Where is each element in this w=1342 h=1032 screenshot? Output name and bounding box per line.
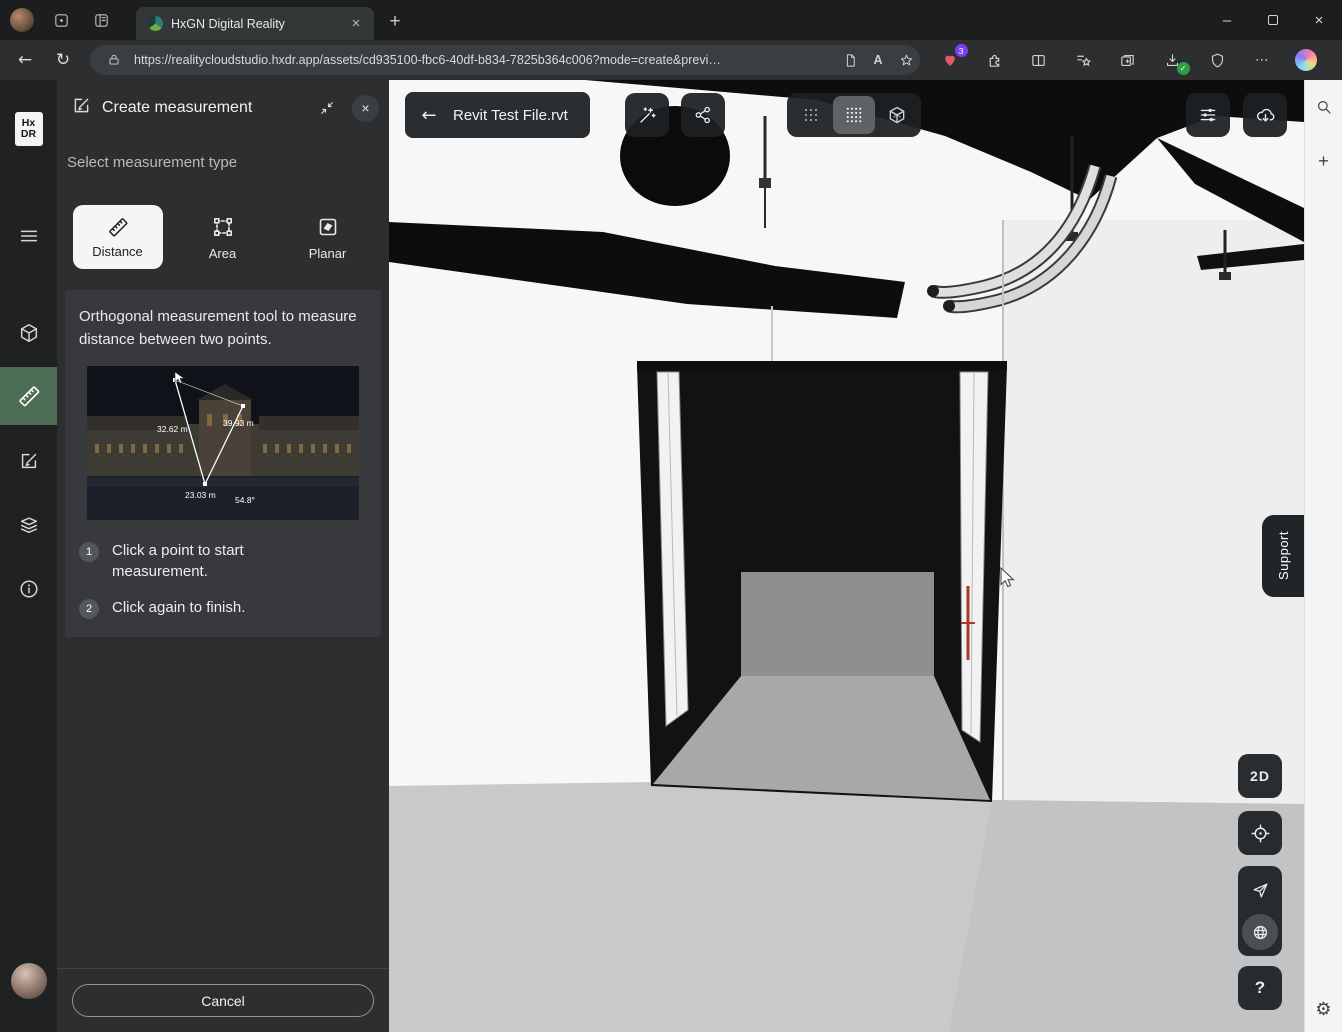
measurement-type-row: Distance Area Planar [65,205,381,269]
view-settings-icon[interactable] [1186,93,1230,137]
preview-measure-angle: 54.8° [235,495,255,505]
tab-title: HxGN Digital Reality [171,17,338,31]
create-measurement-panel: Create measurement × Select measurement … [57,80,389,1032]
panel-footer: Cancel [57,968,389,1032]
2d-view-button[interactable]: 2D [1238,754,1282,798]
pointcloud-sparse-icon[interactable] [790,96,831,134]
tab-close-icon[interactable]: × [346,14,366,34]
window-minimize-button[interactable]: – [1204,0,1250,40]
browser-tab[interactable]: HxGN Digital Reality × [136,7,374,40]
preview-measure-d3: 23.03 m [185,490,216,500]
pointcloud-dense-icon[interactable] [833,96,874,134]
browser-profile-avatar[interactable] [10,8,34,32]
support-tab[interactable]: Support [1262,515,1304,597]
window-maximize-button[interactable] [1250,0,1296,40]
download-success-badge: ✓ [1177,62,1190,75]
new-tab-button[interactable]: + [380,7,410,37]
mesh-model-icon[interactable] [877,96,918,134]
step-2-badge: 2 [79,599,99,619]
sidebar-settings-gear-icon[interactable]: ⚙ [1311,996,1337,1022]
magic-wand-icon[interactable] [625,93,669,137]
read-aloud-icon[interactable]: A [864,46,892,74]
scene-canvas[interactable] [389,80,1304,1032]
browser-essentials-icon[interactable]: 3 [935,45,965,75]
window-close-button[interactable]: × [1296,0,1342,40]
menu-hamburger-icon[interactable] [12,219,46,253]
hxdr-logo: HxDR [15,112,43,146]
back-button[interactable]: ← [6,43,44,77]
tool-info-card: Orthogonal measurement tool to measure d… [65,290,381,637]
collections-icon[interactable] [1113,45,1143,75]
layers-icon[interactable] [12,508,46,542]
globe-navigation-icon[interactable] [1242,914,1278,950]
settings-more-icon[interactable]: ⋯ [1247,45,1277,75]
essentials-badge: 3 [955,44,968,57]
select-type-label: Select measurement type [67,154,237,171]
measurement-preview-image: 32.62 m 39.93 m 23.03 m 54.8° [87,366,359,520]
edge-sidebar-rail: + ⚙ [1304,80,1342,1032]
measure-edit-icon [71,95,92,121]
toolbar-actions: 3 ✓ ⋯ [920,40,1336,80]
panel-title: Create measurement [102,99,302,117]
address-bar[interactable]: https://realitycloudstudio.hxdr.app/asse… [90,45,920,75]
security-shield-icon[interactable] [1202,45,1232,75]
hxdr-app: HxDR [0,80,1304,1032]
close-panel-button[interactable]: × [352,95,379,122]
file-header: ← Revit Test File.rvt [405,92,590,138]
assets-cube-icon[interactable] [12,316,46,350]
refresh-button[interactable]: ↻ [44,43,82,77]
annotate-pencil-icon[interactable] [12,444,46,478]
collapse-panel-icon[interactable] [312,93,342,123]
copilot-button[interactable] [1291,45,1321,75]
fly-navigation-icon[interactable] [1242,872,1278,908]
app-side-rail: HxDR [0,80,57,1032]
measure-tool-icon[interactable] [0,367,57,425]
corridor [637,361,1007,802]
share-icon[interactable] [681,93,725,137]
preview-measure-d1: 32.62 m [157,424,188,434]
step-2: 2 Click again to finish. [79,597,367,619]
tool-description: Orthogonal measurement tool to measure d… [79,305,367,352]
type-distance-cell: Distance [65,205,170,269]
favorite-star-icon[interactable] [892,46,920,74]
instruction-steps: 1 Click a point to start measurement. 2 … [79,540,367,620]
cloud-download-icon[interactable] [1243,93,1287,137]
lock-icon [100,46,128,74]
help-button[interactable]: ? [1238,966,1282,1010]
page-tools-icon[interactable] [836,46,864,74]
sidebar-search-icon[interactable] [1311,94,1337,120]
downloads-icon[interactable]: ✓ [1158,45,1188,75]
file-name: Revit Test File.rvt [453,107,590,124]
preview-measure-d2: 39.93 m [223,418,254,428]
area-type-button[interactable]: Area [170,205,275,269]
render-mode-toggle [787,93,921,137]
distance-type-button[interactable]: Distance [73,205,163,269]
sidebar-add-icon[interactable]: + [1311,148,1337,174]
info-icon[interactable] [12,572,46,606]
user-avatar[interactable] [11,963,47,999]
3d-viewport[interactable]: ← Revit Test File.rvt [389,80,1304,1032]
planar-type-button[interactable]: Planar [275,205,380,269]
cancel-button[interactable]: Cancel [72,984,374,1017]
workspaces-icon[interactable] [48,7,74,33]
locate-crosshair-icon[interactable] [1238,811,1282,855]
url-text[interactable]: https://realitycloudstudio.hxdr.app/asse… [134,53,836,67]
extensions-icon[interactable] [979,45,1009,75]
favorites-bar-icon[interactable] [1068,45,1098,75]
browser-titlebar: HxGN Digital Reality × + – × [0,0,1342,40]
screen: HxGN Digital Reality × + – × ← ↻ https:/… [0,0,1342,1032]
browser-toolbar: ← ↻ https://realitycloudstudio.hxdr.app/… [0,40,1342,80]
step-1: 1 Click a point to start measurement. [79,540,367,584]
step-1-badge: 1 [79,542,99,562]
viewport-back-button[interactable]: ← [405,92,453,138]
split-screen-icon[interactable] [1024,45,1054,75]
tab-favicon [148,16,163,31]
vertical-tabs-icon[interactable] [88,7,114,33]
navigation-group [1238,866,1282,956]
